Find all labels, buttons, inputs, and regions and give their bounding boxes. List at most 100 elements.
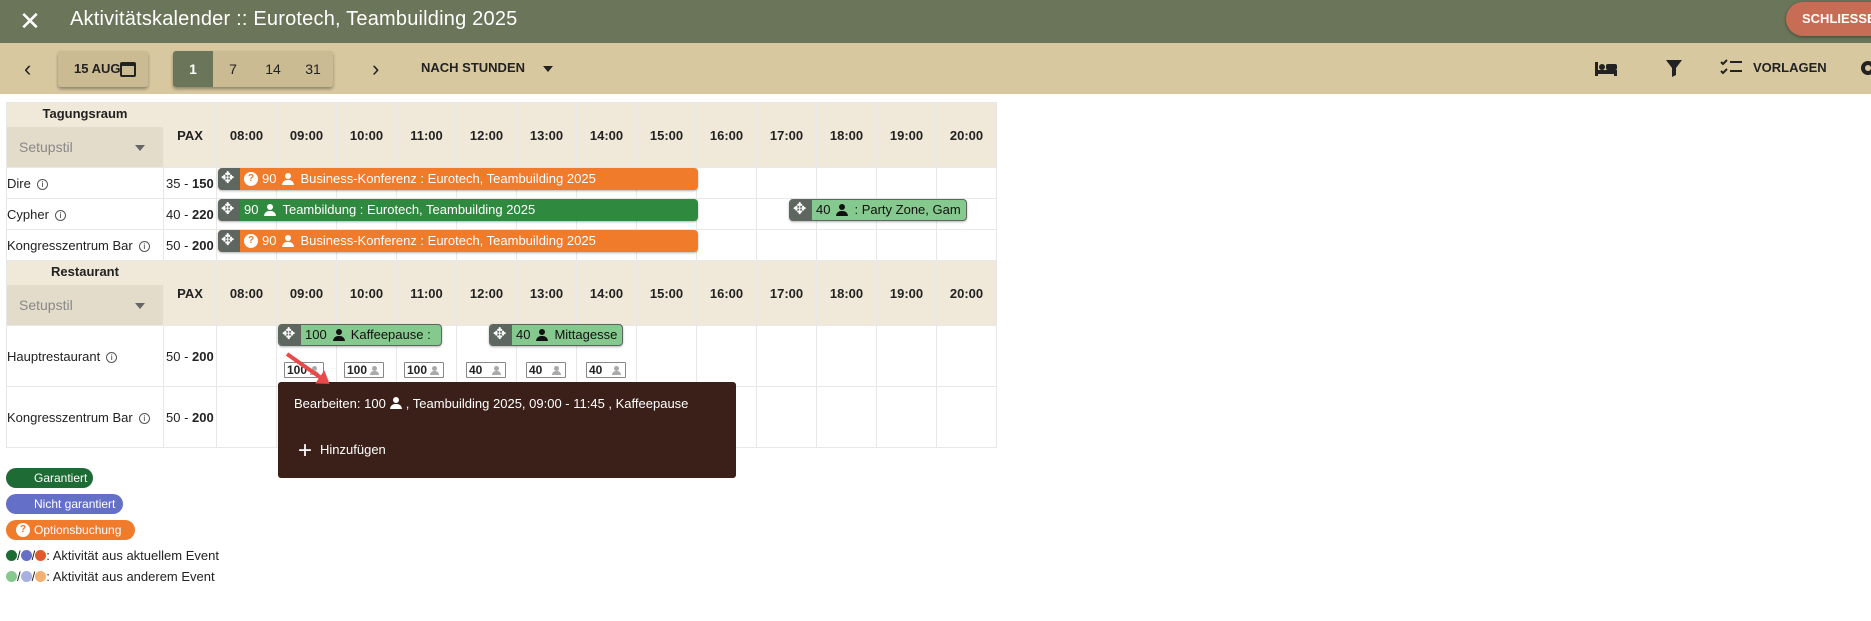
move-handle-icon[interactable]	[790, 200, 812, 220]
event-bar[interactable]: ? 90 Business-Konferenz : Eurotech, Team…	[218, 230, 698, 252]
room-name-cell: Dire i	[6, 167, 164, 199]
date-picker-button[interactable]: 15 AUG	[58, 51, 148, 87]
pax-min: 40	[166, 206, 181, 222]
room-name-cell: Kongresszentrum Bar i	[6, 386, 164, 448]
templates-button[interactable]: VORLAGEN	[1753, 60, 1827, 75]
hour-slot[interactable]	[936, 325, 997, 387]
move-handle-icon[interactable]	[218, 230, 240, 252]
option-question-icon: ?	[244, 172, 258, 186]
pax-chip[interactable]: 40	[526, 362, 566, 378]
hour-header: 13:00	[516, 102, 577, 168]
event-pax: 90	[244, 202, 259, 217]
window-title: Aktivitätskalender :: Eurotech, Teambuil…	[70, 8, 518, 30]
pax-chip[interactable]: 100	[344, 362, 384, 378]
hour-slot[interactable]	[876, 386, 937, 448]
hour-header: 19:00	[876, 102, 937, 168]
range-option-7[interactable]: 7	[213, 51, 253, 87]
person-icon	[389, 397, 402, 409]
bed-icon[interactable]	[1594, 58, 1618, 78]
hour-header: 10:00	[336, 102, 397, 168]
hour-slot[interactable]	[936, 167, 997, 199]
pax-header: PAX	[163, 102, 217, 168]
event-bar[interactable]: 100 Kaffeepause :	[278, 324, 442, 346]
hour-slot[interactable]	[756, 325, 817, 387]
hour-slot[interactable]	[936, 386, 997, 448]
range-option-14[interactable]: 14	[253, 51, 293, 87]
filter-icon[interactable]	[1665, 58, 1683, 78]
prev-day-chevron-icon[interactable]: ‹	[24, 56, 31, 82]
pax-chip[interactable]: 40	[586, 362, 626, 378]
person-icon	[264, 204, 277, 216]
range-option-31[interactable]: 31	[293, 51, 333, 87]
hour-slot[interactable]	[756, 167, 817, 199]
room-name: Cypher	[7, 206, 49, 222]
hour-slot[interactable]	[876, 229, 937, 261]
person-icon	[492, 366, 501, 375]
hour-slot[interactable]	[216, 386, 277, 448]
add-activity-item[interactable]: + Hinzufügen	[298, 439, 386, 463]
legend-option-label: Optionsbuchung	[34, 523, 122, 537]
info-icon[interactable]: i	[106, 351, 118, 363]
hour-slot[interactable]	[816, 229, 877, 261]
hour-slot[interactable]	[756, 386, 817, 448]
event-label: Mittagesse	[554, 327, 618, 342]
hour-header: 16:00	[696, 260, 757, 326]
range-option-1[interactable]: 1	[173, 51, 213, 87]
move-handle-icon[interactable]	[218, 199, 240, 221]
info-icon[interactable]: i	[36, 178, 48, 190]
person-icon	[282, 173, 295, 185]
hour-slot[interactable]	[696, 325, 757, 387]
hour-slot[interactable]	[816, 167, 877, 199]
pax-max: 200	[192, 409, 214, 425]
legend-option: ? Optionsbuchung	[6, 520, 135, 540]
event-bar[interactable]: 40 : Party Zone, Gam	[789, 199, 967, 221]
setup-style-select[interactable]: Setupstil	[7, 127, 163, 167]
hour-slot[interactable]	[216, 325, 277, 387]
hour-slot[interactable]	[876, 167, 937, 199]
pax-min: 50	[166, 237, 181, 253]
hour-header: 10:00	[336, 260, 397, 326]
hour-slot[interactable]	[696, 167, 757, 199]
hour-slot[interactable]	[936, 229, 997, 261]
option-question-icon: ?	[16, 523, 30, 537]
event-bar[interactable]: ? 90 Business-Konferenz : Eurotech, Team…	[218, 168, 698, 190]
hour-slot[interactable]	[816, 325, 877, 387]
close-button[interactable]: SCHLIESSEN	[1786, 2, 1871, 36]
pax-chip[interactable]: 40	[466, 362, 506, 378]
event-label: Business-Konferenz : Eurotech, Teambuild…	[300, 233, 596, 248]
info-icon[interactable]: i	[138, 240, 150, 252]
hour-slot[interactable]	[876, 325, 937, 387]
event-pax: 90	[262, 171, 277, 186]
dot-icon	[6, 550, 17, 561]
move-handle-icon[interactable]	[279, 325, 301, 345]
close-icon[interactable]: ✕	[0, 0, 60, 43]
hour-slot[interactable]	[756, 229, 817, 261]
hour-slot[interactable]	[696, 198, 757, 230]
gear-icon[interactable]	[1858, 58, 1871, 78]
event-pax: 90	[262, 233, 277, 248]
event-bar[interactable]: 90 Teambildung : Eurotech, Teambuilding …	[218, 199, 698, 221]
move-handle-icon[interactable]	[218, 168, 240, 190]
event-bar[interactable]: 40 Mittagesse	[489, 324, 623, 346]
hour-slot[interactable]	[636, 325, 697, 387]
view-mode-dropdown[interactable]: NACH STUNDEN	[421, 60, 553, 75]
pax-chip[interactable]: 100	[404, 362, 444, 378]
room-pax: 50 - 200	[163, 386, 217, 448]
edit-activity-item[interactable]: Bearbeiten: 100 , Teambuilding 2025, 09:0…	[294, 396, 688, 411]
room-pax: 40 - 220	[163, 198, 217, 230]
event-pax: 100	[305, 327, 327, 342]
setup-style-placeholder: Setupstil	[19, 297, 73, 313]
info-icon[interactable]: i	[54, 209, 66, 221]
checklist-icon[interactable]	[1719, 58, 1743, 78]
person-icon	[612, 366, 621, 375]
info-icon[interactable]: i	[138, 412, 150, 424]
next-day-chevron-icon[interactable]: ›	[372, 56, 379, 82]
hour-slot[interactable]	[696, 229, 757, 261]
hour-header: 14:00	[576, 260, 637, 326]
hour-slot[interactable]	[816, 386, 877, 448]
hour-header: 12:00	[456, 260, 517, 326]
hour-header: 17:00	[756, 260, 817, 326]
setup-style-select[interactable]: Setupstil	[7, 285, 163, 325]
move-handle-icon[interactable]	[490, 325, 512, 345]
event-label: Teambildung : Eurotech, Teambuilding 202…	[282, 202, 536, 217]
